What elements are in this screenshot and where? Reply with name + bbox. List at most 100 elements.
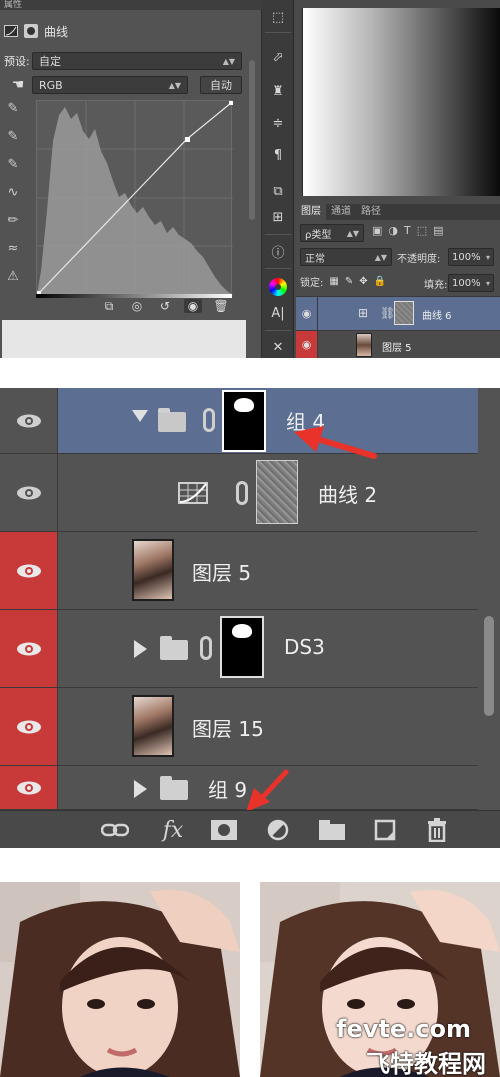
layer-row-curves-2[interactable]: 曲线 2 — [0, 454, 478, 532]
adjustment-layer-icon[interactable] — [264, 817, 292, 843]
eye-icon[interactable] — [16, 641, 42, 657]
lock-all-icon[interactable]: 🔒 — [374, 276, 386, 287]
character-icon[interactable]: A| — [266, 302, 290, 324]
layer-thumbnail[interactable] — [132, 539, 174, 601]
delete-icon[interactable]: 🗑 — [212, 299, 230, 313]
adjust-filter-icon[interactable]: ◑ — [388, 224, 398, 237]
clip-to-layer-icon[interactable]: ⧉ — [100, 299, 118, 313]
eye-cell[interactable] — [0, 766, 58, 809]
tab-paths[interactable]: 路径 — [356, 204, 386, 220]
eye-icon[interactable] — [16, 780, 42, 796]
black-eyedropper-icon[interactable]: ✎ — [4, 100, 22, 116]
eye-icon[interactable] — [16, 413, 42, 429]
smart-filter-icon[interactable]: ▤ — [433, 224, 443, 237]
add-mask-icon[interactable] — [210, 817, 238, 843]
layer-filter-select[interactable]: ρ类型 ▲▼ — [300, 224, 364, 242]
expand-arrow-icon[interactable] — [132, 410, 148, 424]
channel-select[interactable]: RGB ▲▼ — [32, 76, 188, 94]
history-icon[interactable]: ⧉ — [266, 180, 290, 202]
shape-filter-icon[interactable]: ⬚ — [417, 224, 427, 237]
fx-icon[interactable]: fx — [158, 817, 188, 843]
curve-point-icon[interactable]: ∿ — [4, 184, 22, 200]
3d-icon[interactable]: ⬚ — [266, 6, 290, 28]
curve-graph[interactable] — [36, 100, 233, 295]
chain-link-icon[interactable] — [203, 408, 215, 432]
swatches-icon[interactable]: ⊞ — [266, 206, 290, 228]
layer-row-curves-6[interactable]: ◉ ⊞ ⛓ 曲线 6 — [296, 296, 500, 330]
link-layers-icon[interactable] — [100, 817, 130, 843]
lock-move-icon[interactable]: ✥ — [359, 276, 367, 287]
layer-row-group-4[interactable]: 组 4 — [0, 388, 478, 454]
clipping-warning-icon[interactable]: ⚠ — [4, 268, 22, 284]
adjust-sliders-icon[interactable]: ≑ — [266, 112, 290, 134]
select-arrows-icon: ▲▼ — [346, 228, 359, 238]
type-filter-icon[interactable]: T — [404, 224, 411, 237]
view-previous-icon[interactable]: ◎ — [128, 299, 146, 313]
color-wheel-icon[interactable] — [266, 276, 290, 298]
smooth-icon[interactable]: ≈ — [4, 240, 22, 256]
folder-icon — [160, 776, 188, 800]
eye-cell[interactable] — [0, 532, 58, 609]
pixel-filter-icon[interactable]: ▣ — [372, 224, 382, 237]
group-mask-thumbnail[interactable] — [222, 390, 266, 452]
layer-row-layer-5[interactable]: ◉ 图层 5 — [296, 330, 500, 358]
info-icon[interactable]: ⓘ — [266, 240, 290, 262]
curves-adjust-icon[interactable] — [4, 25, 18, 37]
canvas-area — [2, 320, 246, 358]
new-group-icon[interactable] — [318, 817, 346, 843]
layer-mask-thumbnail[interactable] — [394, 301, 414, 325]
eye-icon[interactable] — [16, 485, 42, 501]
tab-layers[interactable]: 图层 — [296, 204, 326, 220]
paragraph-icon[interactable]: ¶ — [266, 144, 290, 166]
group-mask-thumbnail[interactable] — [220, 616, 264, 678]
eye-cell[interactable] — [0, 688, 58, 765]
hand-icon[interactable]: ☚ — [4, 77, 32, 93]
pencil-icon[interactable]: ✏ — [4, 212, 22, 228]
eye-cell[interactable] — [0, 454, 58, 531]
lock-transparent-icon[interactable]: ▦ — [329, 276, 338, 287]
white-eyedropper-icon[interactable]: ✎ — [4, 156, 22, 172]
new-layer-icon[interactable] — [372, 817, 398, 843]
dropdown-icon: ▾ — [485, 278, 490, 288]
dropdown-icon: ▾ — [485, 252, 490, 262]
fill-input[interactable]: 100% ▾ — [448, 274, 494, 292]
brush-preset-icon[interactable]: ⬀ — [266, 46, 290, 68]
gray-eyedropper-icon[interactable]: ✎ — [4, 128, 22, 144]
eye-icon[interactable]: ◉ — [296, 297, 318, 330]
chain-link-icon[interactable]: ⛓ — [380, 306, 395, 320]
tools-icon[interactable]: ✕ — [266, 336, 290, 358]
properties-tab[interactable]: 属性 — [0, 0, 262, 10]
tab-channels[interactable]: 通道 — [326, 204, 356, 220]
layer-row-group-9[interactable]: 组 9 — [0, 766, 478, 810]
layer-mask-thumbnail[interactable] — [256, 460, 298, 524]
lock-paint-icon[interactable]: ✎ — [345, 276, 353, 287]
layer-row-layer-5[interactable]: 图层 5 — [0, 532, 478, 610]
chain-link-icon[interactable] — [236, 481, 248, 505]
eye-icon[interactable]: ◉ — [296, 331, 318, 358]
auto-button[interactable]: 自动 — [200, 76, 242, 94]
eye-icon[interactable] — [16, 563, 42, 579]
delete-layer-icon[interactable] — [424, 817, 450, 843]
visibility-icon[interactable]: ◉ — [184, 299, 202, 313]
mask-icon[interactable] — [24, 24, 38, 38]
collapse-arrow-icon[interactable] — [134, 640, 148, 658]
properties-scrollbar[interactable] — [249, 60, 255, 220]
eye-icon[interactable] — [16, 719, 42, 735]
watermark-url: fevte.com — [336, 1015, 471, 1043]
clone-source-icon[interactable]: ♜ — [266, 80, 290, 102]
layer-row-ds3[interactable]: DS3 — [0, 610, 478, 688]
blend-mode-select[interactable]: 正常 ▲▼ — [300, 248, 392, 266]
preset-select[interactable]: 自定 ▲▼ — [32, 52, 242, 70]
eye-cell[interactable] — [0, 610, 58, 687]
layer-row-layer-15[interactable]: 图层 15 — [0, 688, 478, 766]
reset-icon[interactable]: ↺ — [156, 299, 174, 313]
layer-name: 图层 15 — [192, 717, 264, 741]
layers-scrollbar[interactable] — [484, 616, 494, 716]
layer-thumbnail[interactable] — [356, 333, 372, 357]
eye-cell[interactable] — [0, 388, 58, 453]
opacity-input[interactable]: 100% ▾ — [448, 248, 494, 266]
layer-thumbnail[interactable] — [132, 695, 174, 757]
collapse-arrow-icon[interactable] — [134, 780, 148, 798]
layer-filter-value: ρ类型 — [305, 229, 332, 241]
chain-link-icon[interactable] — [200, 636, 212, 660]
